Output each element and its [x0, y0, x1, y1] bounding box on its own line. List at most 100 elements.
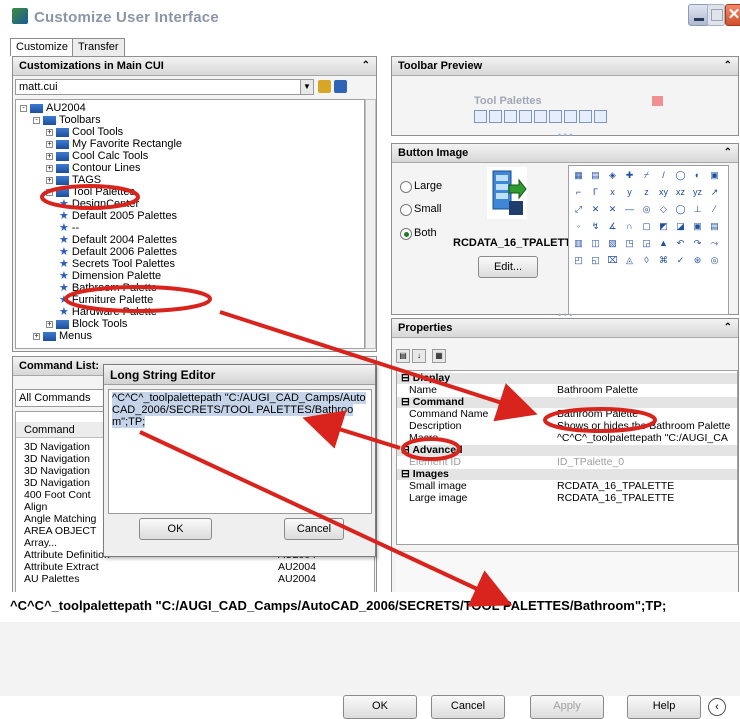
expand-icon[interactable]: + — [46, 152, 53, 160]
button-image-cell[interactable]: ◲ — [639, 236, 654, 251]
collapse-icon[interactable]: ⌃ — [362, 60, 370, 71]
chevron-down-icon[interactable]: ▼ — [300, 79, 314, 95]
button-image-cell[interactable]: z — [639, 185, 654, 200]
tree-item[interactable]: ★ Hardware Palette — [59, 306, 157, 318]
property-category[interactable]: ⊟ Command — [397, 397, 737, 408]
radio-large[interactable] — [400, 181, 412, 193]
tree-item[interactable]: + Menus — [33, 330, 92, 342]
radio-both[interactable] — [400, 228, 412, 240]
button-image-cell[interactable]: ◳ — [622, 236, 637, 251]
tree-item[interactable]: + Contour Lines — [46, 162, 141, 174]
button-image-cell[interactable]: ▢ — [639, 219, 654, 234]
property-row[interactable]: Description Shows or hides the Bathroom P… — [397, 421, 737, 432]
cancel-button[interactable]: Cancel — [431, 695, 505, 719]
property-row[interactable]: Macro ^C^C^_toolpalettepath "C:/AUGI_CA — [397, 433, 737, 444]
button-image-cell[interactable]: ◯ — [673, 202, 688, 217]
tree-item[interactable]: + Block Tools — [46, 318, 127, 330]
tree-item[interactable]: - AU2004 — [20, 102, 86, 114]
tab-transfer[interactable]: Transfer — [72, 38, 125, 56]
button-image-cell[interactable]: ◈ — [605, 168, 620, 183]
button-image-cell[interactable]: ∩ — [622, 219, 637, 234]
tree-item[interactable]: ★ Furniture Palette — [59, 294, 153, 306]
command-row[interactable]: Attribute Extract AU2004 — [16, 562, 374, 573]
button-image-cell[interactable]: ↯ — [588, 219, 603, 234]
tree-item[interactable]: - Tool Palettes — [46, 186, 135, 198]
expand-icon[interactable]: + — [46, 176, 53, 184]
splitter-handle[interactable]: • • • — [558, 130, 572, 140]
tab-customize[interactable]: Customize — [10, 38, 74, 56]
edit-button[interactable]: Edit... — [478, 256, 538, 278]
properties-grid[interactable]: ⊟ Display Name Bathroom Palette ⊟ Command Co… — [396, 370, 738, 545]
tree-item[interactable]: ★ Default 2005 Palettes — [59, 210, 177, 222]
button-image-cell[interactable]: ⌐ — [571, 185, 586, 200]
tree-item[interactable]: ★ DesignCenter — [59, 198, 139, 210]
button-image-cell[interactable]: ⌘ — [656, 253, 671, 268]
button-image-cell[interactable]: ↗ — [707, 185, 722, 200]
button-image-cell[interactable]: ⌧ — [605, 253, 620, 268]
button-image-cell[interactable]: ▣ — [690, 219, 705, 234]
tree-item[interactable]: - Toolbars — [33, 114, 101, 126]
button-image-cell[interactable]: ▥ — [571, 236, 586, 251]
collapse-node-icon[interactable]: - — [33, 116, 40, 124]
lse-cancel-button[interactable]: Cancel — [284, 518, 344, 540]
tree-item[interactable]: ★ Secrets Tool Palettes — [59, 258, 175, 270]
sort-alpha-icon[interactable]: ↓ — [412, 349, 426, 363]
button-image-cell[interactable]: ✚ — [622, 168, 637, 183]
cui-file-select[interactable]: matt.cui — [15, 79, 314, 95]
tree-item[interactable]: + Cool Calc Tools — [46, 150, 148, 162]
button-image-cell[interactable]: ▦ — [571, 168, 586, 183]
expand-icon[interactable]: + — [46, 320, 53, 328]
categorized-icon[interactable]: ▤ — [396, 349, 410, 363]
button-image-cell[interactable]: ∡ — [605, 219, 620, 234]
expand-icon[interactable]: + — [46, 140, 53, 148]
button-image-cell[interactable]: / — [656, 168, 671, 183]
button-image-cell[interactable]: y — [622, 185, 637, 200]
command-row[interactable]: AU Palettes AU2004 — [16, 574, 374, 585]
button-image-cell[interactable]: xz — [673, 185, 688, 200]
load-partial-icon[interactable] — [318, 80, 331, 93]
button-image-cell[interactable]: ⊥ — [690, 202, 705, 217]
button-image-cell[interactable]: ✓ — [673, 253, 688, 268]
help-button[interactable]: Help — [627, 695, 701, 719]
button-image-grid[interactable]: ▦ ▤ ◈ ✚ ⌿ / ◯ ◐ ▣ ⌐ Γx y z xy xz yz ↗ ⤢ ✕ ✕ — ◎ ◇ ◯ ⊥ ⁄ ◦ ↯ ∡ ∩ ▢ ◩ ◪ ▣ ▤ ▥… — [568, 165, 729, 315]
button-image-cell[interactable]: ◊ — [639, 253, 654, 268]
button-image-cell[interactable]: ⊛ — [690, 253, 705, 268]
save-icon[interactable] — [334, 80, 347, 93]
button-image-cell[interactable]: ◦ — [571, 219, 586, 234]
long-string-textarea[interactable]: ^C^C^_toolpalettepath "C:/AUGI_CAD_Camps… — [108, 389, 372, 514]
button-image-cell[interactable]: ◇ — [656, 202, 671, 217]
button-image-cell[interactable]: ◫ — [588, 236, 603, 251]
property-category[interactable]: ⊟ Advanced — [397, 445, 737, 456]
property-row[interactable]: Name Bathroom Palette — [397, 385, 737, 396]
tree-item[interactable]: ★ Default 2006 Palettes — [59, 246, 177, 258]
collapse-node-icon[interactable]: - — [20, 104, 27, 112]
button-image-cell[interactable]: ↶ — [673, 236, 688, 251]
button-image-cell[interactable]: — — [622, 202, 637, 217]
button-image-cell[interactable]: ▤ — [588, 168, 603, 183]
tree-item[interactable]: ★ Dimension Palette — [59, 270, 161, 282]
property-row[interactable]: Small image RCDATA_16_TPALETTE — [397, 481, 737, 492]
button-image-cell[interactable]: ↷ — [690, 236, 705, 251]
tree-item[interactable]: + TAGS — [46, 174, 101, 186]
button-image-cell[interactable]: ⁄ — [707, 202, 722, 217]
customizations-tree[interactable]: - AU2004- Toolbars + Cool Tools + My Favorite … — [15, 99, 365, 349]
button-image-cell[interactable]: ◐ — [690, 168, 705, 183]
maximize-button[interactable] — [707, 4, 725, 26]
expand-icon[interactable]: + — [46, 128, 53, 136]
button-image-cell[interactable]: ◩ — [656, 219, 671, 234]
button-image-cell[interactable]: ◎ — [707, 253, 722, 268]
expand-icon[interactable]: + — [33, 332, 40, 340]
tree-item[interactable]: + My Favorite Rectangle — [46, 138, 182, 150]
close-button[interactable]: ✕ — [725, 4, 740, 26]
button-image-cell[interactable]: ⤢ — [571, 202, 586, 217]
button-image-cell[interactable]: ◪ — [673, 219, 688, 234]
radio-small[interactable] — [400, 204, 412, 216]
tree-item[interactable]: ★ -- — [59, 222, 79, 234]
button-image-cell[interactable]: ◱ — [588, 253, 603, 268]
more-options-icon[interactable]: ‹ — [708, 698, 726, 716]
button-image-cell[interactable]: ✕ — [605, 202, 620, 217]
collapse-icon[interactable]: ⌃ — [724, 322, 732, 333]
property-category[interactable]: ⊟ Display — [397, 373, 737, 384]
button-image-cell[interactable]: ◰ — [571, 253, 586, 268]
button-image-cell[interactable]: ▧ — [605, 236, 620, 251]
